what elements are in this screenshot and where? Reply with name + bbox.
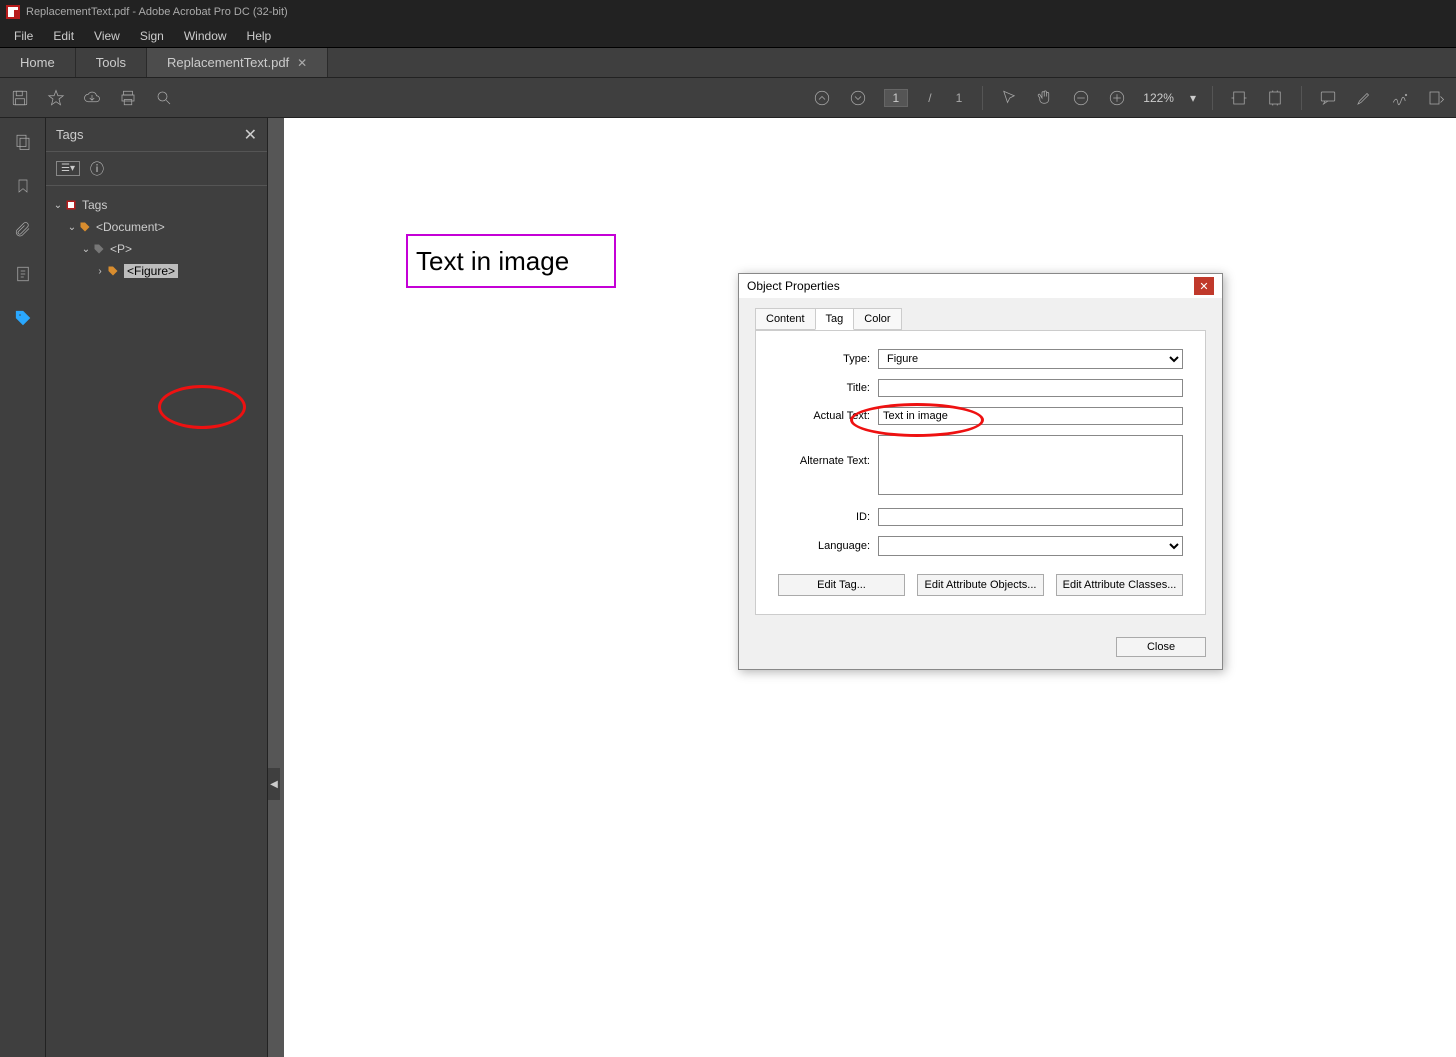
menu-help[interactable]: Help [239,27,280,45]
tags-tree: ⌄ Tags ⌄ <Document> ⌄ <P> › <Figure> [46,186,267,290]
tab-content[interactable]: Content [755,308,816,330]
menu-edit[interactable]: Edit [45,27,82,45]
label-alternate-text: Alternate Text: [778,435,878,467]
tab-home-label: Home [20,55,55,70]
dialog-close-icon[interactable]: ✕ [1194,277,1214,295]
tab-document[interactable]: ReplacementText.pdf ✕ [147,48,328,77]
actual-text-input[interactable] [878,407,1183,425]
tab-document-label: ReplacementText.pdf [167,55,289,70]
tree-figure-label: <Figure> [124,264,178,278]
label-actual-text: Actual Text: [778,410,878,422]
zoom-dropdown-icon[interactable]: ▾ [1190,91,1196,105]
divider [1212,86,1213,110]
tags-info-icon[interactable]: ⓘ [90,159,104,179]
bookmarks-icon[interactable] [13,176,33,196]
zoom-out-icon[interactable] [1071,88,1091,108]
menu-file[interactable]: File [6,27,41,45]
figure-selection-box[interactable]: Text in image [406,234,616,288]
disclosure-icon[interactable]: › [94,266,106,277]
tree-document[interactable]: ⌄ <Document> [52,216,261,238]
close-button[interactable]: Close [1116,637,1206,657]
title-input[interactable] [878,379,1183,397]
alternate-text-input[interactable] [878,435,1183,495]
tab-tag[interactable]: Tag [815,308,855,330]
tags-panel: Tags ✕ ☰▾ ⓘ ⌄ Tags ⌄ <Document> ⌄ <P> [46,118,268,1057]
tags-options-icon[interactable]: ☰▾ [56,161,80,176]
type-select[interactable]: Figure [878,349,1183,369]
page-up-icon[interactable] [812,88,832,108]
tags-panel-title: Tags [56,127,244,142]
cloud-icon[interactable] [82,88,102,108]
search-icon[interactable] [154,88,174,108]
language-select[interactable] [878,536,1183,556]
toolbar: 1 / 1 122% ▾ [0,78,1456,118]
divider [1301,86,1302,110]
acrobat-icon [6,5,20,19]
edit-attribute-classes-button[interactable]: Edit Attribute Classes... [1056,574,1183,596]
close-tab-icon[interactable]: ✕ [297,56,307,70]
menu-view[interactable]: View [86,27,128,45]
window-titlebar: ReplacementText.pdf - Adobe Acrobat Pro … [0,0,1456,24]
tag-p-icon [92,243,106,255]
tag-figure-icon [106,265,120,277]
tag-document-icon [78,221,92,233]
save-icon[interactable] [10,88,30,108]
menu-sign[interactable]: Sign [132,27,172,45]
tab-tools[interactable]: Tools [76,48,147,77]
tags-icon[interactable] [13,308,33,328]
tree-root[interactable]: ⌄ Tags [52,194,261,216]
thumbnails-icon[interactable] [13,132,33,152]
pointer-icon[interactable] [999,88,1019,108]
id-input[interactable] [878,508,1183,526]
disclosure-icon[interactable]: ⌄ [66,222,78,233]
panel-collapse-icon[interactable]: ◀ [268,768,280,800]
sign-icon[interactable] [1390,88,1410,108]
close-panel-icon[interactable]: ✕ [244,125,257,145]
tab-color[interactable]: Color [853,308,901,330]
object-properties-dialog: Object Properties ✕ Content Tag Color Ty… [738,273,1223,670]
document-tabs: Home Tools ReplacementText.pdf ✕ [0,48,1456,78]
tab-tools-label: Tools [96,55,126,70]
edit-tag-button[interactable]: Edit Tag... [778,574,905,596]
label-id: ID: [778,511,878,523]
disclosure-icon[interactable]: ⌄ [52,200,64,211]
tree-p[interactable]: ⌄ <P> [52,238,261,260]
tree-root-label: Tags [82,198,107,212]
comment-icon[interactable] [1318,88,1338,108]
label-language: Language: [778,540,878,552]
tab-home[interactable]: Home [0,48,76,77]
print-icon[interactable] [118,88,138,108]
page-total: 1 [952,91,967,105]
page-figure-text: Text in image [416,246,569,277]
attachments-icon[interactable] [13,220,33,240]
divider [982,86,983,110]
signatures-icon[interactable] [13,264,33,284]
more-tools-icon[interactable] [1426,88,1446,108]
tree-document-label: <Document> [96,220,165,234]
page-separator: / [924,91,935,105]
menu-bar: File Edit View Sign Window Help [0,24,1456,48]
page-current-input[interactable]: 1 [884,89,909,107]
hand-icon[interactable] [1035,88,1055,108]
menu-window[interactable]: Window [176,27,235,45]
window-title: ReplacementText.pdf - Adobe Acrobat Pro … [26,6,288,18]
zoom-in-icon[interactable] [1107,88,1127,108]
disclosure-icon[interactable]: ⌄ [80,244,92,255]
highlight-icon[interactable] [1354,88,1374,108]
zoom-level[interactable]: 122% [1143,91,1174,105]
label-title: Title: [778,382,878,394]
navigation-rail [0,118,46,1057]
tree-p-label: <P> [110,242,132,256]
fit-page-icon[interactable] [1265,88,1285,108]
star-icon[interactable] [46,88,66,108]
dialog-title: Object Properties [747,279,1194,293]
page-down-icon[interactable] [848,88,868,108]
edit-attribute-objects-button[interactable]: Edit Attribute Objects... [917,574,1044,596]
tree-figure[interactable]: › <Figure> [52,260,261,282]
tags-root-icon [64,199,78,211]
fit-width-icon[interactable] [1229,88,1249,108]
label-type: Type: [778,353,878,365]
